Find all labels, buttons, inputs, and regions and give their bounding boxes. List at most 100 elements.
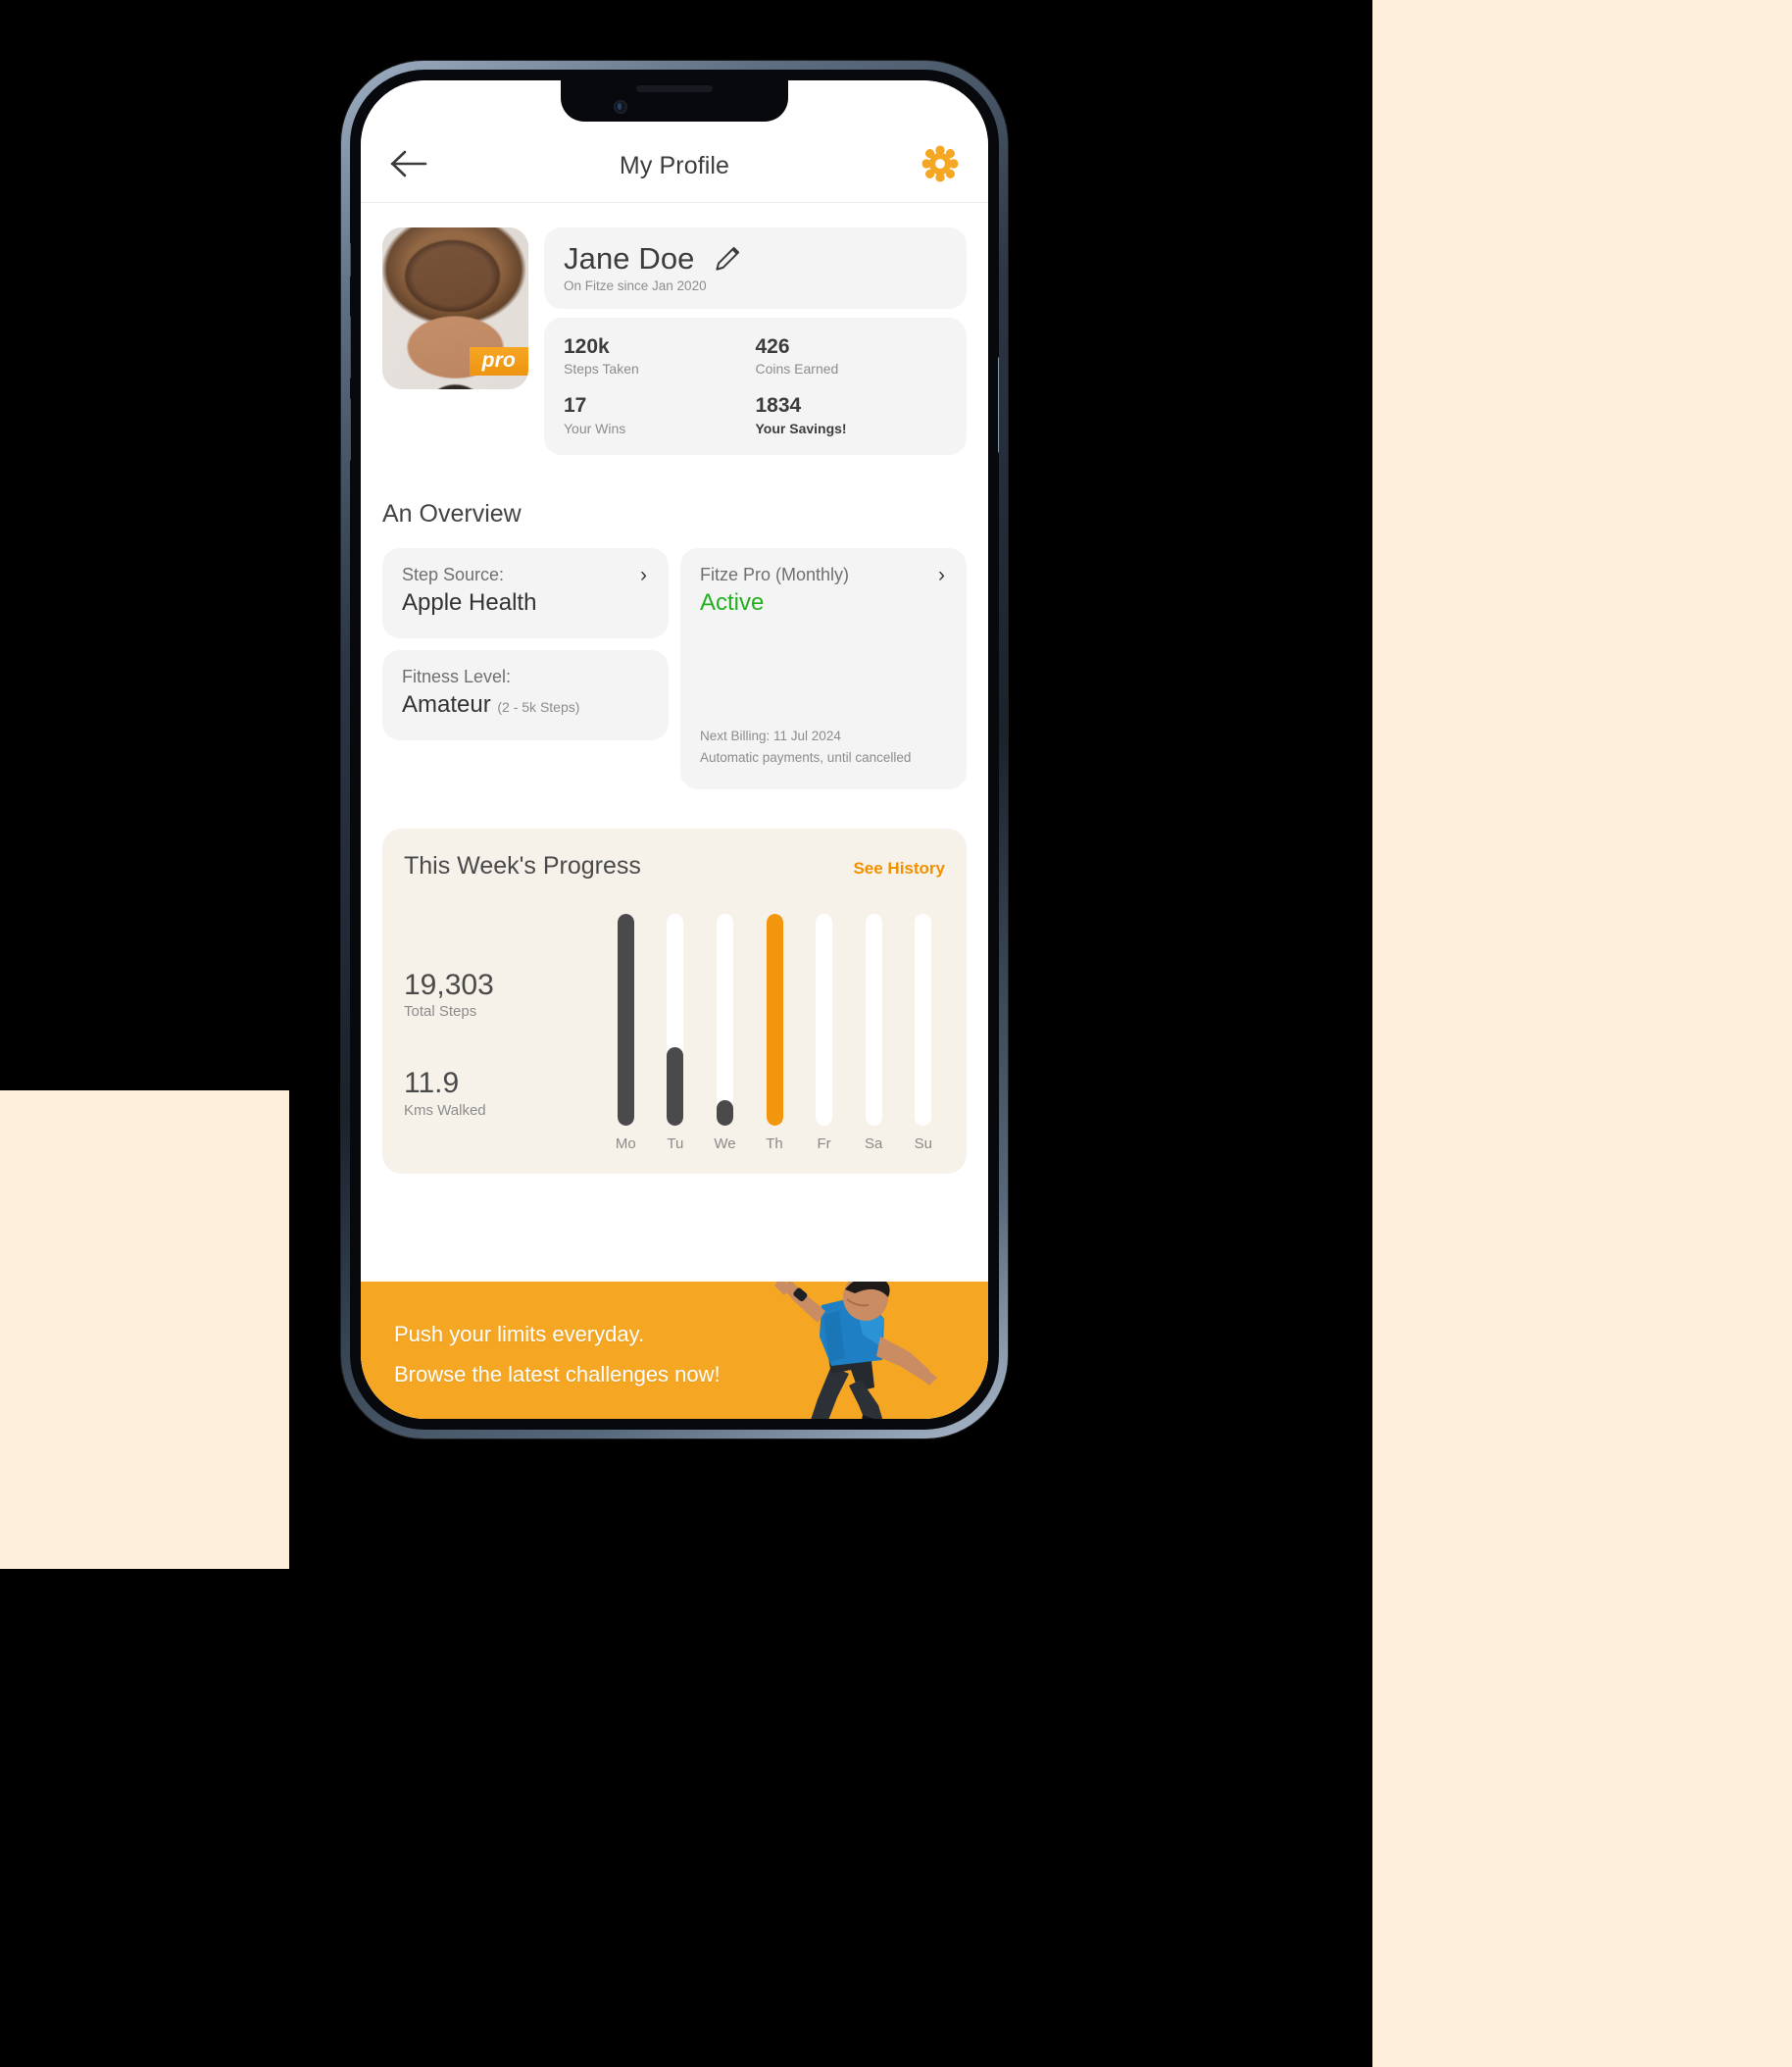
power-button[interactable]	[998, 356, 999, 454]
gear-icon	[921, 145, 959, 182]
background-panel-right	[1372, 0, 1792, 2067]
volume-up-button[interactable]	[350, 315, 351, 379]
device-notch	[561, 80, 788, 122]
volume-down-button[interactable]	[350, 397, 351, 462]
bar-fill	[716, 1099, 733, 1126]
stat-cell: 1834 Your Savings!	[756, 393, 948, 436]
bar-column[interactable]: Sa	[852, 913, 896, 1152]
bar-day-label: Su	[914, 1134, 932, 1152]
overview-right-column: Fitze Pro (Monthly) › Active Next Billin…	[680, 547, 967, 789]
background-panel-left	[0, 1090, 289, 1569]
total-steps-label: Total Steps	[404, 1003, 477, 1021]
chevron-right-icon[interactable]: ›	[640, 565, 649, 585]
bar-column[interactable]: Su	[901, 913, 945, 1152]
payment-note: Automatic payments, until cancelled	[700, 749, 912, 765]
overview-left-column: Step Source: › Apple Health Fitness Leve…	[382, 547, 669, 740]
screenshot-canvas: My Profile pro Jane Doe On Fitze since J…	[0, 0, 1792, 2067]
fitness-level-label: Fitness Level:	[402, 666, 512, 686]
bar-track	[816, 913, 833, 1126]
stat-cell: 426 Coins Earned	[756, 334, 948, 378]
stat-label: Your Wins	[564, 420, 626, 436]
earpiece-speaker	[636, 85, 713, 92]
bar-track	[766, 913, 783, 1126]
subscription-billing-info: Next Billing: 11 Jul 2024 Automatic paym…	[700, 726, 947, 768]
bar-day-label: Tu	[667, 1134, 684, 1152]
promo-line-1: Push your limits everyday.	[394, 1322, 645, 1346]
step-source-card[interactable]: Step Source: › Apple Health	[382, 547, 669, 638]
promo-banner[interactable]: Push your limits everyday. Browse the la…	[361, 1282, 988, 1419]
front-camera	[614, 100, 627, 114]
bar-track	[667, 913, 684, 1126]
step-source-header: Step Source: ›	[402, 565, 649, 585]
fitness-level-range: (2 - 5k Steps)	[497, 698, 580, 715]
bar-day-label: Th	[766, 1134, 783, 1152]
overview-heading: An Overview	[382, 499, 522, 528]
bar-track	[915, 913, 932, 1126]
promo-line-2: Browse the latest challenges now!	[394, 1361, 721, 1386]
stats-grid: 120k Steps Taken 426 Coins Earned 17 You…	[544, 318, 967, 455]
stat-value: 1834	[755, 394, 802, 418]
pencil-icon	[715, 246, 739, 271]
progress-title: This Week's Progress	[404, 851, 641, 880]
bar-fill	[667, 1046, 684, 1126]
bar-column[interactable]: Fr	[802, 913, 846, 1152]
bar-day-label: Sa	[865, 1134, 883, 1152]
subscription-label: Fitze Pro (Monthly)	[700, 564, 850, 584]
phone-bezel: My Profile pro Jane Doe On Fitze since J…	[350, 70, 999, 1430]
user-name: Jane Doe	[564, 241, 695, 276]
runner-illustration	[774, 1282, 937, 1419]
bar-column[interactable]: We	[703, 913, 747, 1152]
promo-banner-text: Push your limits everyday. Browse the la…	[394, 1315, 721, 1394]
stat-cell: 17 Your Wins	[564, 393, 756, 436]
stat-value: 426	[755, 335, 790, 358]
subscription-card[interactable]: Fitze Pro (Monthly) › Active Next Billin…	[680, 547, 967, 789]
profile-scroll-area[interactable]: pro Jane Doe On Fitze since Jan 2020 120…	[361, 204, 988, 1419]
overview-cards: Step Source: › Apple Health Fitness Leve…	[361, 529, 988, 789]
kms-walked-value: 11.9	[404, 1067, 460, 1100]
subscription-status: Active	[700, 588, 765, 616]
name-card: Jane Doe On Fitze since Jan 2020	[544, 227, 967, 309]
bar-fill	[766, 913, 783, 1126]
bar-track	[865, 913, 882, 1126]
back-button[interactable]	[386, 141, 431, 186]
edit-profile-button[interactable]	[713, 244, 742, 274]
stat-label: Steps Taken	[564, 361, 639, 378]
fitness-level-value: Amateur (2 - 5k Steps)	[402, 691, 649, 719]
fitness-level-card[interactable]: Fitness Level: Amateur (2 - 5k Steps)	[382, 649, 669, 740]
weekly-steps-bar-chart: Mo Tu We Th Fr Sa Su	[598, 913, 945, 1152]
bar-column[interactable]: Th	[753, 913, 797, 1152]
fitness-level-tier: Amateur	[402, 690, 491, 718]
weekly-progress-card: This Week's Progress See History 19,303 …	[382, 828, 967, 1174]
stat-value: 120k	[564, 335, 610, 358]
progress-figures: 19,303 Total Steps 11.9 Kms Walked	[404, 969, 590, 1152]
bar-column[interactable]: Tu	[654, 913, 698, 1152]
step-source-value: Apple Health	[402, 588, 537, 616]
profile-summary: pro Jane Doe On Fitze since Jan 2020 120…	[361, 204, 988, 455]
pro-badge: pro	[469, 346, 528, 376]
next-billing-date: Next Billing: 11 Jul 2024	[700, 729, 841, 744]
page-title: My Profile	[619, 152, 730, 179]
chevron-right-icon[interactable]: ›	[938, 565, 947, 585]
fitness-level-header: Fitness Level:	[402, 667, 649, 687]
profile-details: Jane Doe On Fitze since Jan 2020 120k St…	[544, 227, 967, 455]
bar-track	[617, 913, 634, 1126]
kms-walked-label: Kms Walked	[404, 1101, 486, 1119]
stat-label: Your Savings!	[755, 420, 847, 436]
member-since: On Fitze since Jan 2020	[564, 278, 707, 293]
stat-cell: 120k Steps Taken	[564, 334, 756, 378]
arrow-left-icon	[390, 150, 427, 177]
total-steps-value: 19,303	[404, 968, 494, 1001]
stat-label: Coins Earned	[755, 361, 839, 378]
mute-switch[interactable]	[350, 242, 351, 277]
phone-screen: My Profile pro Jane Doe On Fitze since J…	[361, 80, 988, 1419]
bar-fill	[617, 913, 634, 1126]
name-row: Jane Doe	[564, 241, 947, 277]
bar-column[interactable]: Mo	[604, 913, 648, 1152]
progress-body: 19,303 Total Steps 11.9 Kms Walked Mo Tu W…	[404, 913, 945, 1152]
avatar[interactable]: pro	[382, 227, 528, 389]
settings-button[interactable]	[918, 141, 963, 186]
figures-spacer	[404, 1020, 590, 1067]
bar-day-label: Fr	[817, 1134, 831, 1152]
see-history-link[interactable]: See History	[853, 859, 945, 879]
bar-day-label: Mo	[615, 1134, 636, 1152]
